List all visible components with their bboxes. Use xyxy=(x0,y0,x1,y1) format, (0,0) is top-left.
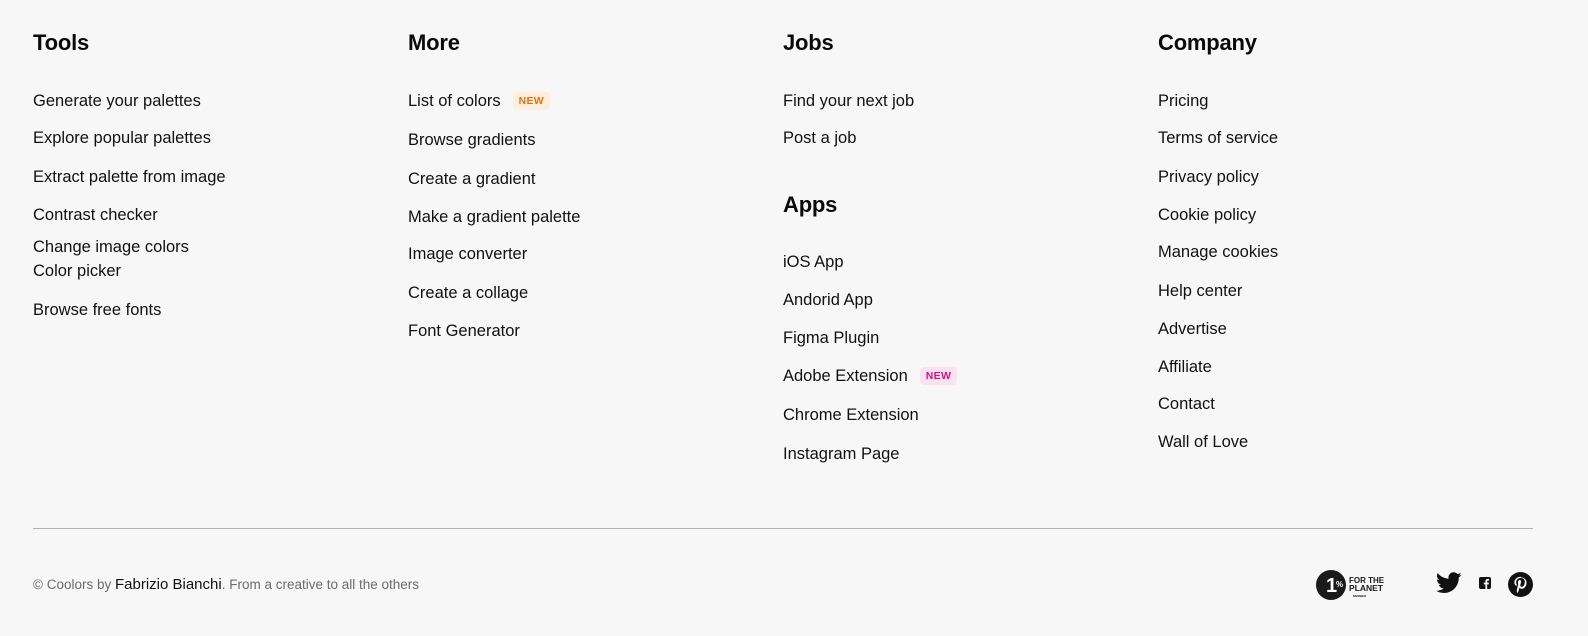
link-browse-gradients[interactable]: Browse gradients xyxy=(408,130,535,150)
footer-divider xyxy=(33,528,1533,529)
link-create-gradient[interactable]: Create a gradient xyxy=(408,169,536,189)
link-explore-palettes[interactable]: Explore popular palettes xyxy=(33,128,211,148)
apps-heading: Apps xyxy=(783,192,838,217)
new-badge: NEW xyxy=(512,92,551,110)
link-affiliate[interactable]: Affiliate xyxy=(1158,357,1212,377)
link-find-job[interactable]: Find your next job xyxy=(783,91,914,111)
facebook-icon[interactable] xyxy=(1479,576,1491,594)
tools-heading: Tools xyxy=(33,30,90,55)
jobs-heading: Jobs xyxy=(783,30,834,55)
link-contact[interactable]: Contact xyxy=(1158,394,1215,414)
new-badge: NEW xyxy=(919,367,958,385)
link-advertise[interactable]: Advertise xyxy=(1158,319,1227,339)
link-font-generator[interactable]: Font Generator xyxy=(408,321,520,341)
link-wall-of-love[interactable]: Wall of Love xyxy=(1158,432,1248,452)
link-terms[interactable]: Terms of service xyxy=(1158,128,1278,148)
link-extract-palette[interactable]: Extract palette from image xyxy=(33,167,226,187)
link-android-app[interactable]: Andorid App xyxy=(783,290,873,310)
link-contrast-checker[interactable]: Contrast checker xyxy=(33,205,158,225)
svg-text:PLANET: PLANET xyxy=(1349,583,1384,593)
link-privacy[interactable]: Privacy policy xyxy=(1158,167,1259,187)
tagline-text: . From a creative to all the others xyxy=(221,577,420,592)
link-chrome-extension[interactable]: Chrome Extension xyxy=(783,405,919,425)
link-list-of-colors[interactable]: List of colors NEW xyxy=(408,91,551,111)
one-percent-planet-logo[interactable]: 1 % FOR THE PLANET MEMBER xyxy=(1316,569,1392,606)
link-label: Adobe Extension xyxy=(783,367,908,385)
link-adobe-extension[interactable]: Adobe Extension NEW xyxy=(783,366,958,386)
company-heading: Company xyxy=(1158,30,1257,55)
link-browse-fonts[interactable]: Browse free fonts xyxy=(33,300,161,320)
link-generate-palettes[interactable]: Generate your palettes xyxy=(33,91,201,111)
one-percent-planet-icon: 1 % FOR THE PLANET MEMBER xyxy=(1316,570,1385,600)
pinterest-icon[interactable] xyxy=(1508,572,1533,602)
svg-text:MEMBER: MEMBER xyxy=(1353,594,1367,598)
more-heading: More xyxy=(408,30,460,55)
twitter-icon[interactable] xyxy=(1435,572,1462,599)
link-gradient-palette[interactable]: Make a gradient palette xyxy=(408,207,580,227)
link-image-converter[interactable]: Image converter xyxy=(408,244,527,264)
link-instagram-page[interactable]: Instagram Page xyxy=(783,444,899,464)
link-manage-cookies[interactable]: Manage cookies xyxy=(1158,242,1278,262)
link-change-image-colors[interactable]: Change image colors xyxy=(33,237,189,257)
link-cookie-policy[interactable]: Cookie policy xyxy=(1158,205,1256,225)
link-label: List of colors xyxy=(408,92,501,110)
link-create-collage[interactable]: Create a collage xyxy=(408,283,528,303)
link-ios-app[interactable]: iOS App xyxy=(783,252,844,272)
svg-text:%: % xyxy=(1336,580,1343,589)
link-color-picker[interactable]: Color picker xyxy=(33,261,121,281)
author-link[interactable]: Fabrizio Bianchi xyxy=(115,576,222,593)
link-figma-plugin[interactable]: Figma Plugin xyxy=(783,328,879,348)
link-post-job[interactable]: Post a job xyxy=(783,128,856,148)
copyright-text: © Coolors by xyxy=(33,577,115,592)
link-help-center[interactable]: Help center xyxy=(1158,281,1242,301)
link-pricing[interactable]: Pricing xyxy=(1158,91,1208,111)
footer-credit: © Coolors by Fabrizio Bianchi. From a cr… xyxy=(33,576,419,593)
